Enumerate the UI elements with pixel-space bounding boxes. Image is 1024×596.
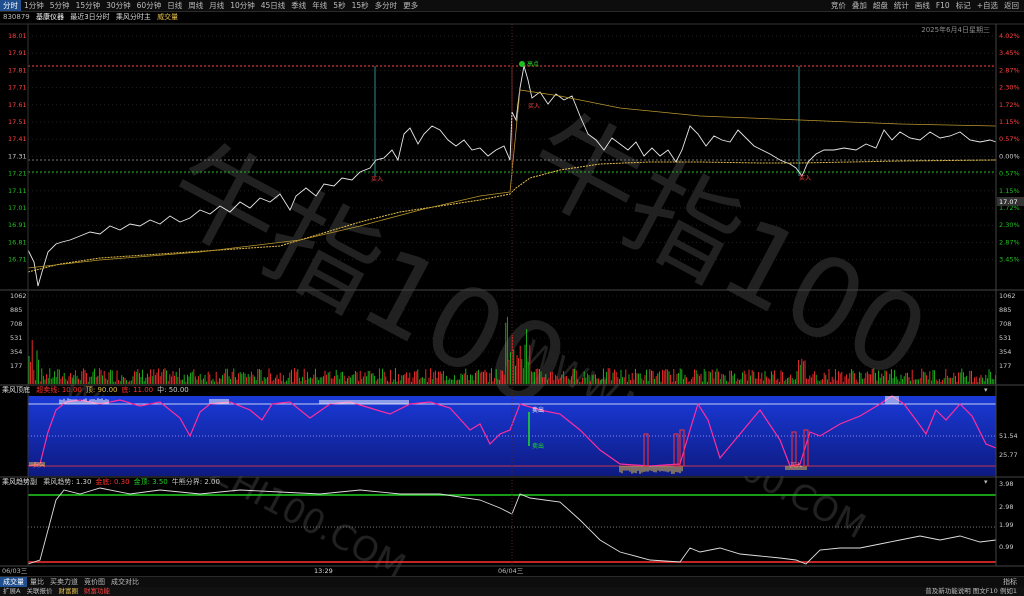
bottom-tab[interactable]: 量比 <box>27 577 47 587</box>
percent-label: 2.87% <box>999 66 1020 74</box>
volume-label: 708 <box>10 320 22 328</box>
price-label: 17.21 <box>8 170 27 178</box>
volume-label-right: 531 <box>999 334 1011 342</box>
buy-signal-label: 买入 <box>799 174 811 182</box>
percent-label: 1.15% <box>999 118 1020 126</box>
volume-label-right: 708 <box>999 320 1011 328</box>
intraday-chart[interactable]: 牛指100 牛指100 WWW.NIUZHI100.COM WWW.NIUZHI… <box>0 0 1024 596</box>
indicator-menu-button[interactable]: 指标 <box>1000 577 1020 587</box>
price-label: 17.61 <box>8 101 27 109</box>
current-price-label: 17.07 <box>999 198 1018 206</box>
volume-label-right: 1062 <box>999 292 1016 300</box>
price-label: 18.01 <box>8 32 27 40</box>
watermark: 牛指100 牛指100 WWW.NIUZHI100.COM WWW.NIUZHI… <box>56 90 948 587</box>
percent-label: 4.02% <box>999 32 1020 40</box>
percent-label: 2.30% <box>999 221 1020 229</box>
volume-label: 531 <box>10 334 22 342</box>
price-label: 17.01 <box>8 204 27 212</box>
time-label: 06/04三 <box>498 567 524 575</box>
percent-label: 1.15% <box>999 187 1020 195</box>
panel1-signal-label: 卖出 <box>532 406 544 414</box>
panel1-axis-label: 25.77 <box>999 451 1018 459</box>
panel1-title: 乘风顶底 超卖线: 10.00 顶: 90.00 底: 11.00 中: 50.00 <box>2 386 189 395</box>
indicator-param: 金顶: 3.50 <box>133 478 168 486</box>
price-label: 17.71 <box>8 84 27 92</box>
indicator-param: 底: 11.00 <box>121 386 154 394</box>
panel1-dropdown-icon[interactable]: ▾ <box>984 386 988 394</box>
status-bar: 扩展A 关联报价 财富圈 财富功能 普及新功能说明 图文F10 例如1 <box>0 587 1024 596</box>
volume-label: 354 <box>10 348 22 356</box>
status-item[interactable]: 财富圈 <box>55 587 81 596</box>
buy-signal-label: 买入 <box>371 175 383 183</box>
time-label: 13:29 <box>314 567 333 575</box>
panel1-signal-label: 买入 <box>33 461 45 469</box>
panel1-axis-label: 51.54 <box>999 432 1018 440</box>
bottom-tab-bar: 成交量 量比 买卖力道 竞价图 成交对比 指标 <box>0 576 1024 587</box>
price-label: 16.91 <box>8 221 27 229</box>
panel2-axis-label: 2.98 <box>999 503 1013 511</box>
volume-label-right: 885 <box>999 306 1011 314</box>
volume-label-right: 354 <box>999 348 1011 356</box>
percent-label: 1.72% <box>999 101 1020 109</box>
panel2-name[interactable]: 乘风趋势副 <box>2 478 37 486</box>
price-label: 17.91 <box>8 49 27 57</box>
volume-label-right: 177 <box>999 362 1011 370</box>
price-label: 16.81 <box>8 238 27 246</box>
price-label: 17.51 <box>8 118 27 126</box>
percent-label: 0.57% <box>999 135 1020 143</box>
panel1-name[interactable]: 乘风顶底 <box>2 386 30 394</box>
time-label: 06/03三 <box>2 567 28 575</box>
panel2-axis-label: 0.99 <box>999 543 1013 551</box>
volume-label: 1062 <box>10 292 27 300</box>
top-signal-label: 高点 <box>527 60 539 68</box>
percent-label: 3.45% <box>999 256 1020 264</box>
svg-text:牛指100: 牛指100 <box>148 120 588 435</box>
price-label: 17.41 <box>8 135 27 143</box>
indicator-param: 乘风趋势: 1.30 <box>43 478 92 486</box>
panel1-signal-label: 买入 <box>790 461 802 469</box>
price-label: 17.11 <box>8 187 27 195</box>
volume-label: 177 <box>10 362 22 370</box>
status-right-text[interactable]: 普及新功能说明 图文F10 例如1 <box>922 587 1020 596</box>
price-label: 17.31 <box>8 152 27 160</box>
bottom-tab[interactable]: 成交对比 <box>108 577 142 587</box>
status-item[interactable]: 财富功能 <box>81 587 113 596</box>
bottom-tab[interactable]: 买卖力道 <box>47 577 81 587</box>
indicator-param: 顶: 90.00 <box>85 386 118 394</box>
indicator-param: 金底: 0.30 <box>95 478 130 486</box>
indicator-param: 中: 50.00 <box>157 386 189 394</box>
status-item[interactable]: 关联报价 <box>23 587 55 596</box>
percent-label: 2.87% <box>999 238 1020 246</box>
percent-label: 0.57% <box>999 170 1020 178</box>
panel2-title: 乘风趋势副 乘风趋势: 1.30 金底: 0.30 金顶: 3.50 牛熊分界: 2.… <box>2 478 220 487</box>
panel2-axis-label: 3.98 <box>999 480 1013 488</box>
percent-label: 2.30% <box>999 84 1020 92</box>
top-marker-icon <box>519 61 525 67</box>
price-label: 16.71 <box>8 256 27 264</box>
bottom-tab[interactable]: 竞价图 <box>81 577 108 587</box>
panel2-axis-label: 1.99 <box>999 521 1013 529</box>
percent-label: 3.45% <box>999 49 1020 57</box>
percent-label: 0.00% <box>999 152 1020 160</box>
panel1-signal-label: 卖出 <box>532 442 544 450</box>
volume-label: 885 <box>10 306 22 314</box>
indicator-param: 牛熊分界: 2.00 <box>171 478 220 486</box>
panel2-dropdown-icon[interactable]: ▾ <box>984 478 988 486</box>
bottom-tab[interactable]: 成交量 <box>0 577 27 587</box>
indicator-param: 超卖线: 10.00 <box>36 386 82 394</box>
price-label: 17.81 <box>8 66 27 74</box>
status-item[interactable]: 扩展A <box>0 587 23 596</box>
buy-signal-label: 买入 <box>528 102 540 110</box>
